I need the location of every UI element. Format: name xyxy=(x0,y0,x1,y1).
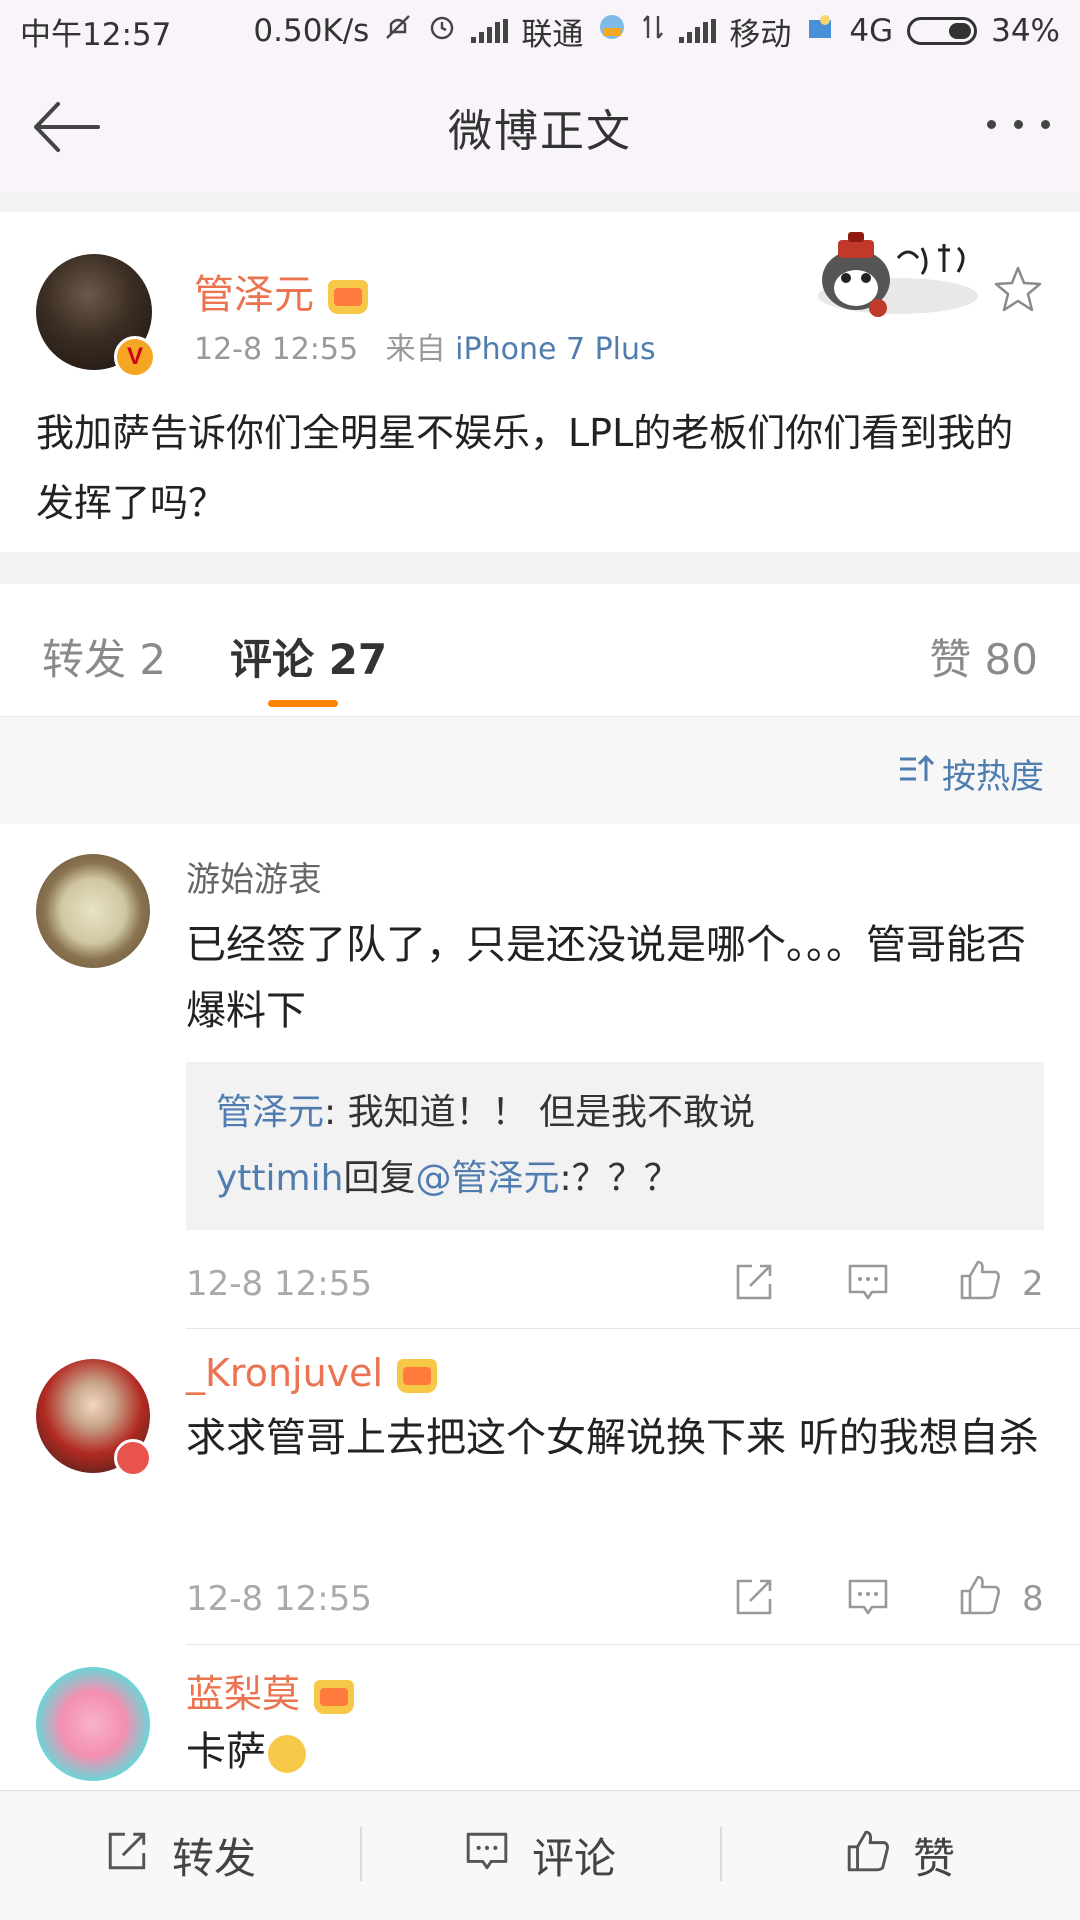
reply-mid: 回复 xyxy=(343,1158,416,1199)
reply-text: : 我知道！！ 但是我不敢说 xyxy=(324,1092,756,1133)
sort-bar: 按热度 xyxy=(0,716,1080,824)
network-type: 4G xyxy=(849,13,894,49)
post-source[interactable]: iPhone 7 Plus xyxy=(455,332,656,367)
nav-bar: 微博正文 xyxy=(0,62,1080,192)
vip-crown-icon xyxy=(328,280,368,314)
cat-sticker-icon xyxy=(798,218,988,328)
like-icon xyxy=(845,1828,891,1884)
repost-label: 转发 xyxy=(171,1834,256,1883)
author-name[interactable]: 管泽元 xyxy=(194,262,368,320)
commenter-avatar[interactable] xyxy=(36,854,150,968)
comment-item: 蓝梨莫 卡萨 xyxy=(0,1645,1080,1790)
battery-percent: 34% xyxy=(991,13,1060,49)
battery-icon xyxy=(907,17,978,45)
like-button[interactable]: 赞 xyxy=(720,1791,1080,1920)
vip-crown-icon xyxy=(314,1679,355,1714)
author-name-text[interactable]: 管泽元 xyxy=(194,272,314,318)
comment-text: 已经签了队了，只是还没说是哪个。。。管哥能否爆料下 xyxy=(186,922,1026,1034)
reply-line-2: yttimih回复@管泽元:？？？ xyxy=(216,1146,1014,1212)
page-title: 微博正文 xyxy=(448,106,632,157)
status-bar: 中午12:57 0.50K/s 联通 移动 4G 34% xyxy=(0,0,1080,62)
commenter-name[interactable]: 游始游衷 xyxy=(186,852,322,901)
reply-box[interactable]: 管泽元: 我知道！！ 但是我不敢说 yttimih回复@管泽元:？？？ xyxy=(186,1062,1044,1230)
verified-badge: V xyxy=(114,336,156,378)
share-icon[interactable] xyxy=(732,1575,776,1619)
mute-icon xyxy=(383,12,413,50)
arrow-left-icon[interactable] xyxy=(28,92,108,162)
data-transfer-icon xyxy=(641,12,665,50)
comment-button[interactable]: 评论 xyxy=(360,1791,720,1920)
post-time: 12-8 12:55 xyxy=(194,332,359,367)
share-icon[interactable] xyxy=(732,1260,776,1304)
vip-crown-icon xyxy=(397,1358,438,1393)
signal-icon xyxy=(471,19,509,43)
carrier2-badge-icon xyxy=(805,12,835,50)
comment-list: 游始游衷 已经签了队了，只是还没说是哪个。。。管哥能否爆料下 管泽元: 我知道！… xyxy=(0,824,1080,1790)
comment-text: 求求管哥上去把这个女解说换下来 听的我想自杀 xyxy=(186,1415,1039,1461)
tab-like[interactable]: 赞 80 xyxy=(929,626,1038,687)
comment-item: _Kronjuvel 求求管哥上去把这个女解说换下来 听的我想自杀 12-8 1… xyxy=(0,1329,1080,1643)
like-count: 8 xyxy=(1022,1579,1044,1619)
commenter-name[interactable]: 蓝梨莫 xyxy=(186,1663,355,1718)
commenter-avatar[interactable] xyxy=(36,1667,150,1781)
status-right-group: 0.50K/s 联通 移动 4G 34% xyxy=(253,9,1060,54)
reply-user-2[interactable]: yttimih xyxy=(216,1158,343,1199)
alarm-icon xyxy=(427,12,457,50)
post-card: V 管泽元 12-8 12:55 来自 iPhone 7 Plus 我加萨告诉你… xyxy=(0,212,1080,552)
comment-text: 卡萨 xyxy=(186,1719,1046,1785)
like-count: 2 xyxy=(1022,1264,1044,1304)
thumbs-up-icon[interactable] xyxy=(958,1258,1002,1302)
network-speed: 0.50K/s xyxy=(253,13,370,49)
reply-comment-icon[interactable] xyxy=(846,1260,890,1304)
reply-user[interactable]: 管泽元 xyxy=(216,1092,324,1133)
favorite-star-icon[interactable] xyxy=(990,262,1046,318)
post-text: 我加萨告诉你们全明星不娱乐，LPL的老板们你们看到我的发挥了吗？ xyxy=(36,411,1014,525)
comment-item: 游始游衷 已经签了队了，只是还没说是哪个。。。管哥能否爆料下 管泽元: 我知道！… xyxy=(0,824,1080,1304)
tab-comment[interactable]: 评论 27 xyxy=(230,626,387,687)
commenter-name[interactable]: _Kronjuvel xyxy=(186,1351,438,1395)
carrier2-label: 移动 xyxy=(729,16,792,53)
more-dots-icon[interactable] xyxy=(987,120,1050,129)
post-source-prefix: 来自 xyxy=(385,332,446,367)
reply-mention[interactable]: @管泽元 xyxy=(415,1158,559,1199)
reply-comment-icon[interactable] xyxy=(846,1575,890,1619)
sort-icon xyxy=(898,753,935,794)
commenter-name-text[interactable]: 蓝梨莫 xyxy=(186,1672,300,1716)
tab-repost[interactable]: 转发 2 xyxy=(42,626,166,687)
comment-label: 评论 xyxy=(531,1834,616,1883)
reply-text-2: :？？？ xyxy=(559,1158,680,1199)
carrier1-label: 联通 xyxy=(521,16,584,53)
active-tab-indicator xyxy=(268,700,338,707)
bottom-action-bar: 转发 评论 赞 xyxy=(0,1790,1080,1920)
sort-label: 按热度 xyxy=(942,757,1044,797)
comment-time: 12-8 12:55 xyxy=(186,1579,372,1619)
comment-icon xyxy=(464,1828,510,1884)
commenter-name-text[interactable]: _Kronjuvel xyxy=(186,1351,383,1395)
carrier1-badge-icon xyxy=(597,12,627,50)
comment-text-value: 卡萨 xyxy=(186,1729,266,1775)
sort-by-hot-button[interactable]: 按热度 xyxy=(898,749,1044,798)
post-meta: 12-8 12:55 来自 iPhone 7 Plus xyxy=(194,324,656,368)
tab-bar: 转发 2 评论 27 赞 80 xyxy=(0,584,1080,716)
weibo-detail-page: 中午12:57 0.50K/s 联通 移动 4G 34% 微博正文 V 管泽元 … xyxy=(0,0,1080,1920)
like-label: 赞 xyxy=(912,1834,955,1883)
signal-icon-2 xyxy=(679,19,717,43)
reply-line-1: 管泽元: 我知道！！ 但是我不敢说 xyxy=(216,1080,1014,1146)
thumbs-up-icon[interactable] xyxy=(958,1573,1002,1617)
repost-button[interactable]: 转发 xyxy=(0,1791,360,1920)
repost-icon xyxy=(104,1828,150,1884)
member-badge-icon xyxy=(114,1439,152,1477)
shh-emoji-icon xyxy=(268,1735,306,1773)
comment-time: 12-8 12:55 xyxy=(186,1264,372,1304)
status-time: 中午12:57 xyxy=(20,16,172,53)
